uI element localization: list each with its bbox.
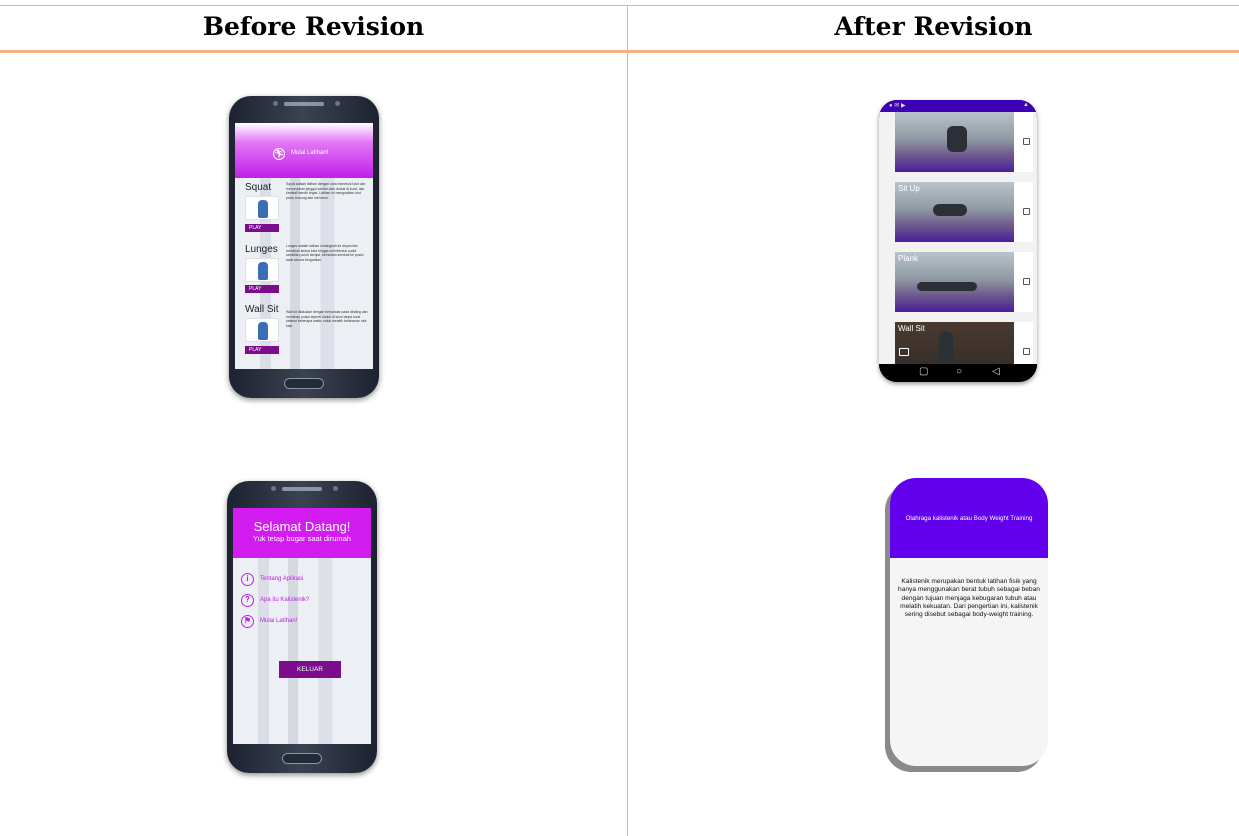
phone-camera — [273, 101, 278, 106]
video-checkbox[interactable] — [1023, 278, 1030, 285]
video-checkbox[interactable] — [1023, 208, 1030, 215]
video-item[interactable]: Sit Up — [895, 182, 1033, 242]
welcome-header: Selamat Datang! Yuk tetap bugar saat dir… — [233, 508, 371, 558]
home-nav-icon[interactable]: ○ — [956, 366, 962, 377]
exercise-name: Squat — [245, 182, 272, 193]
phone-sensor — [333, 486, 338, 491]
info-icon: i — [241, 573, 254, 586]
exercise-image — [245, 318, 279, 342]
video-thumbnail[interactable] — [895, 112, 1014, 172]
exercise-description: Wall sit dilakukan dengan bersandar pada… — [286, 310, 368, 328]
video-label: Sit Up — [898, 184, 920, 193]
exercise-figure — [258, 200, 268, 218]
home-button — [284, 378, 324, 389]
menu-label: Tentang Aplikasi — [260, 576, 304, 582]
video-item[interactable]: Plank — [895, 252, 1033, 312]
video-thumbnail[interactable]: Sit Up — [895, 182, 1014, 242]
phone-speaker — [282, 487, 322, 491]
after-revision-heading: After Revision — [834, 12, 1033, 41]
exercise-description: Squat adalah latihan dengan cara menekuk… — [286, 182, 366, 200]
menu-label: Mulai Latihan! — [260, 618, 298, 624]
video-label: Wall Sit — [898, 324, 925, 333]
info-header: Olahraga kalistenik atau Body Weight Tra… — [890, 478, 1048, 558]
exercise-header-title: Mulai Latihan! — [291, 150, 329, 156]
video-checkbox[interactable] — [1023, 138, 1030, 145]
video-item[interactable] — [895, 112, 1033, 172]
question-icon: ? — [241, 594, 254, 607]
share-icon[interactable] — [899, 348, 909, 356]
info-header-title: Olahraga kalistenik atau Body Weight Tra… — [905, 515, 1033, 522]
navigation-bar: ▢ ○ ◁ — [879, 364, 1037, 382]
exercise-name: Wall Sit — [245, 304, 279, 315]
exercise-figure — [258, 262, 268, 280]
recent-apps-icon[interactable]: ▢ — [919, 366, 928, 377]
phone-sensor — [335, 101, 340, 106]
exercise-image — [245, 258, 279, 282]
phone-screen: Selamat Datang! Yuk tetap bugar saat dir… — [233, 508, 371, 744]
back-icon[interactable]: ◁ — [992, 366, 1000, 377]
before-exercise-phone: 🏃︎ Mulai Latihan! Squat PLAY Squat adala… — [229, 96, 379, 398]
video-label: Plank — [898, 254, 919, 263]
comparison-table: Before Revision After Revision — [0, 0, 1239, 836]
status-icons: ● ✉ ▶ — [889, 103, 906, 109]
athlete-figure — [933, 204, 967, 216]
phone-camera — [271, 486, 276, 491]
play-button[interactable]: PLAY — [245, 346, 279, 354]
exercise-header: 🏃︎ Mulai Latihan! — [235, 123, 373, 178]
athlete-figure — [947, 126, 967, 152]
home-button — [282, 753, 322, 764]
exercise-description: Lunges adalah latihan melangkah ke depan… — [286, 244, 364, 262]
welcome-subtitle: Yuk tetap bugar saat dirumah — [253, 534, 351, 543]
welcome-title: Selamat Datang! — [253, 519, 351, 534]
info-body-text: Kalistenik merupakan bentuk latihan fisi… — [898, 578, 1040, 619]
exercise-image — [245, 196, 279, 220]
play-button[interactable]: PLAY — [245, 285, 279, 293]
phone-screen: 🏃︎ Mulai Latihan! Squat PLAY Squat adala… — [235, 123, 373, 369]
video-list: Sit Up Plank Wall Sit — [879, 112, 1037, 382]
after-video-phone: ● ✉ ▶ ▲ Sit Up Plank Wall Sit ▢ ○ ◁ — [879, 100, 1037, 382]
athlete-figure — [917, 282, 977, 291]
after-info-phone: Olahraga kalistenik atau Body Weight Tra… — [890, 478, 1048, 766]
play-button[interactable]: PLAY — [245, 224, 279, 232]
video-checkbox[interactable] — [1023, 348, 1030, 355]
video-thumbnail[interactable]: Plank — [895, 252, 1014, 312]
menu-label: Apa itu Kalistenik? — [260, 597, 310, 603]
phone-speaker — [284, 102, 324, 106]
table-top-border — [0, 5, 1239, 6]
status-bar: ● ✉ ▶ ▲ — [879, 100, 1037, 112]
run-icon: 🏃︎ — [273, 148, 285, 160]
header-divider — [0, 50, 1239, 53]
signal-icon: ▲ — [1023, 102, 1029, 108]
exit-button[interactable]: KELUAR — [279, 661, 341, 678]
before-home-phone: Selamat Datang! Yuk tetap bugar saat dir… — [227, 481, 377, 773]
city-skyline-background — [233, 558, 371, 744]
column-divider — [627, 5, 628, 836]
exercise-figure — [258, 322, 268, 340]
exercise-name: Lunges — [245, 244, 278, 255]
run-icon: ⚑ — [241, 615, 254, 628]
before-revision-heading: Before Revision — [202, 12, 425, 41]
athlete-figure — [939, 332, 953, 362]
